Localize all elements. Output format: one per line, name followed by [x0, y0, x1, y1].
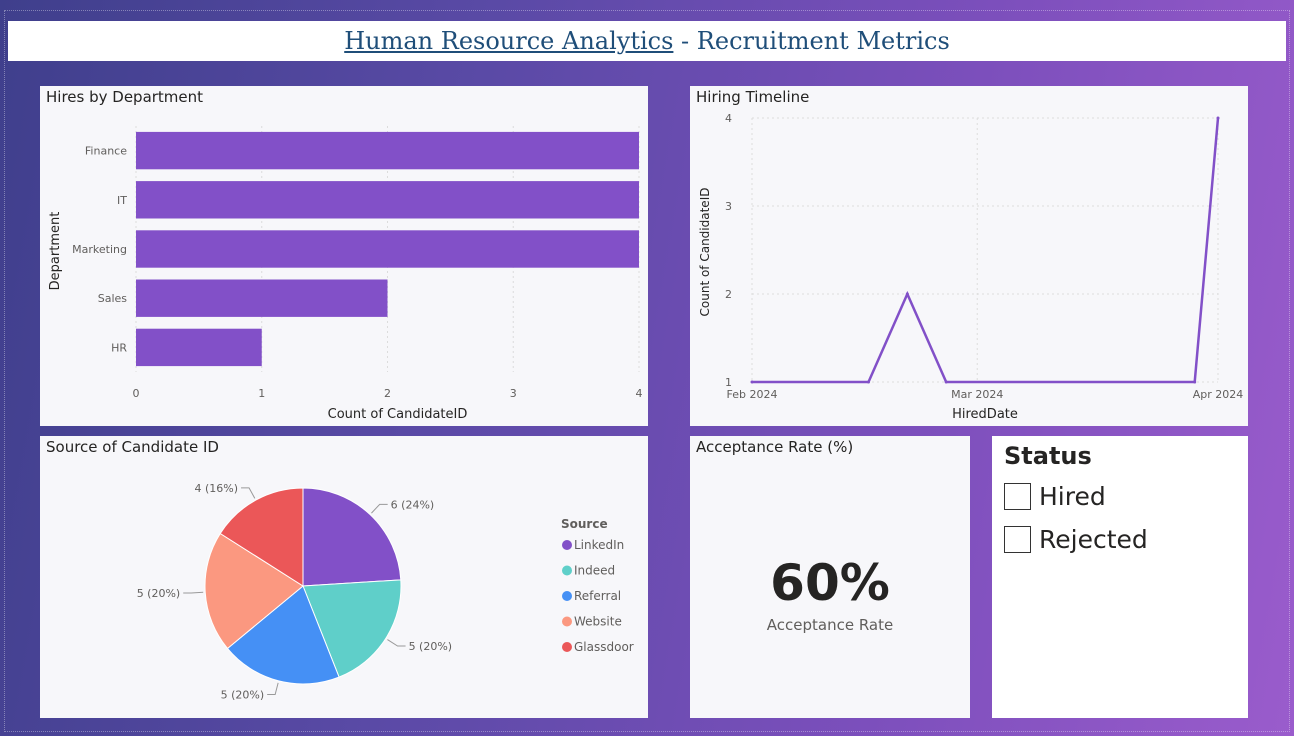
source-chart-card[interactable]: Source of Candidate ID 6 (24%) 5 (20%) 5 (… [40, 436, 648, 718]
bar-y-axis-title: Department [48, 212, 63, 291]
acceptance-rate-card[interactable]: Acceptance Rate (%) 60% Acceptance Rate [690, 436, 970, 718]
pie-data-label: 4 (16%) [195, 482, 239, 495]
line-point[interactable] [1193, 380, 1197, 384]
hires-by-department-card[interactable]: Hires by Department 0 1 2 3 4 Finance IT Market… [40, 86, 648, 426]
line-point[interactable] [905, 292, 909, 296]
pie-slice-linkedin[interactable] [302, 487, 402, 587]
status-option-hired[interactable]: Hired [1004, 481, 1106, 511]
acceptance-rate-label: Acceptance Rate [766, 616, 894, 634]
line-point[interactable] [1216, 116, 1220, 120]
legend-marker-glassdoor[interactable] [562, 642, 572, 652]
hires-by-department-chart[interactable]: 0 1 2 3 4 Finance IT Marketing Sales HR Count of C… [40, 86, 648, 426]
line-point[interactable] [944, 380, 948, 384]
line-y-tick-label: 4 [725, 112, 732, 125]
line-point[interactable] [867, 380, 870, 384]
pie-leader-line [267, 682, 279, 695]
legend-label-website[interactable]: Website [574, 615, 622, 629]
bar-x-tick-label: 2 [384, 387, 391, 400]
rejected-checkbox[interactable] [1004, 525, 1031, 553]
bar-category-label: Marketing [72, 243, 127, 256]
hired-checkbox[interactable] [1004, 482, 1031, 510]
legend-label-glassdoor[interactable]: Glassdoor [574, 640, 634, 654]
bar-x-tick-label: 0 [133, 387, 140, 400]
pie-data-label: 5 (20%) [409, 640, 453, 653]
bar-category-label: Finance [85, 145, 127, 158]
pie-leader-line [241, 487, 256, 499]
bar-finance[interactable] [136, 131, 639, 170]
hiring-timeline-chart[interactable]: 1234Feb 2024 Mar 2024 Apr 2024HiredDateCou… [690, 86, 1248, 426]
legend-marker-indeed[interactable] [562, 565, 572, 576]
status-option-rejected[interactable]: Rejected [1004, 524, 1148, 554]
pie-leader-line [387, 639, 406, 647]
status-slicer-card: Status Hired Rejected [992, 436, 1248, 718]
hired-label: Hired [1039, 481, 1106, 511]
bar-x-tick-label: 1 [258, 387, 265, 400]
pie-data-label: 5 (20%) [137, 587, 181, 600]
line-x-tick-label: Apr 2024 [1193, 388, 1244, 401]
pie-data-label: 5 (20%) [221, 688, 265, 701]
page-title: Human Resource Analytics - Recruitment M… [8, 21, 1286, 61]
legend-marker-linkedin[interactable] [562, 540, 572, 550]
bar-sales[interactable] [136, 279, 388, 317]
bar-it[interactable] [136, 181, 639, 219]
title-link[interactable]: Human Resource Analytics [344, 27, 673, 55]
legend-label-linkedin[interactable]: LinkedIn [574, 538, 624, 552]
acceptance-rate-value: 60% [770, 554, 890, 612]
pie-leader-line [183, 591, 204, 594]
bar-category-label: Sales [98, 292, 128, 305]
status-slicer-title: Status [1004, 442, 1092, 470]
title-suffix: - Recruitment Metrics [673, 27, 950, 55]
pie-legend-title: Source [561, 517, 608, 531]
source-pie-chart[interactable]: 6 (24%) 5 (20%) 5 (20%) 5 (20%) 4 (16%) Sourc… [40, 436, 648, 718]
line-x-tick-label: Mar 2024 [951, 388, 1003, 401]
acceptance-rate-title: Acceptance Rate (%) [696, 438, 854, 456]
line-y-axis-title: Count of CandidateID [698, 188, 712, 317]
hiring-timeline-series[interactable] [752, 117, 1220, 384]
line-x-tick-label: Feb 2024 [727, 388, 778, 401]
pie-data-label: 6 (24%) [391, 498, 435, 511]
legend-marker-website[interactable] [562, 616, 572, 627]
hiring-timeline-card[interactable]: Hiring Timeline 1 2 3 4 Feb 2024 Mar 2024 Apr … [690, 86, 1248, 426]
legend-label-indeed[interactable]: Indeed [574, 564, 615, 578]
line-point[interactable] [750, 380, 754, 384]
pie-leader-line [371, 503, 388, 514]
bar-category-label: IT [117, 194, 127, 207]
bar-x-tick-label: 3 [510, 387, 517, 400]
bar-marketing[interactable] [136, 230, 639, 268]
line-x-axis-title: HiredDate [952, 407, 1018, 422]
bar-hr[interactable] [136, 328, 262, 367]
rejected-label: Rejected [1039, 524, 1148, 554]
line-y-tick-label: 2 [725, 288, 732, 301]
line-y-tick-label: 3 [725, 200, 732, 213]
legend-marker-referral[interactable] [562, 591, 572, 601]
bar-category-label: HR [111, 341, 127, 354]
legend-label-referral[interactable]: Referral [574, 589, 621, 603]
bar-x-tick-label: 4 [636, 387, 643, 400]
bar-x-axis-title: Count of CandidateID [328, 407, 468, 422]
